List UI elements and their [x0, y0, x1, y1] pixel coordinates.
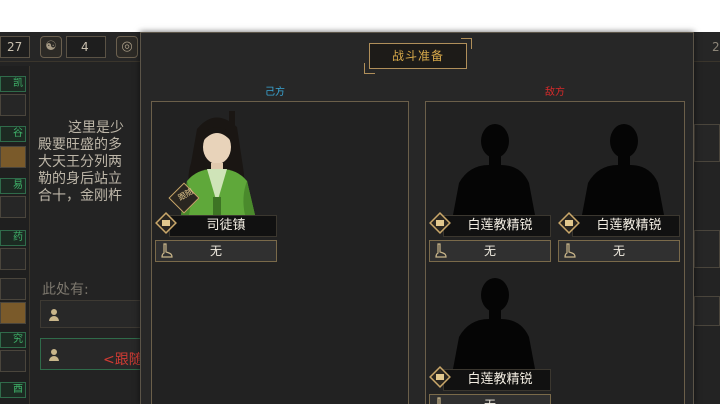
dialog-title: 战斗准备: [391, 49, 444, 63]
unit-name: 白莲教精锐: [572, 215, 680, 237]
story-line: 合十，金刚杵: [38, 188, 122, 204]
silhouette-portrait: [453, 124, 535, 215]
left-sidebar: 凯 谷 易 药 究 酉: [0, 66, 30, 404]
sidebar-slot-7[interactable]: [0, 350, 26, 372]
story-text: 这里是少 殿要旺盛的多 大天王分列两 勒的身后站立 合十，金刚杵: [38, 120, 142, 205]
equipment-slot[interactable]: 无: [429, 240, 551, 262]
equipment-icon: [435, 243, 447, 258]
story-line: 大天王分列两: [38, 154, 122, 170]
resource-counter-1: 27: [0, 36, 30, 58]
right-panel-tab-1[interactable]: [694, 124, 720, 162]
unit-name: 白莲教精锐: [443, 369, 551, 391]
sidebar-slot-3[interactable]: [0, 196, 26, 218]
sidebar-slot-2[interactable]: [0, 146, 26, 168]
resource-value-1: 27: [7, 40, 23, 54]
sidebar-slot-5[interactable]: [0, 278, 26, 300]
sidebar-slot-4[interactable]: [0, 248, 26, 270]
scroll-icon: [429, 366, 451, 388]
scroll-icon: [155, 212, 177, 234]
equipment-value: 无: [484, 398, 496, 404]
here-label: 此处有:: [42, 282, 89, 298]
story-line: 这里是少: [68, 120, 124, 136]
equipment-icon: [564, 243, 576, 258]
ally-side-label: 己方: [265, 87, 285, 98]
right-resource-value: 2: [712, 40, 720, 54]
enemy-side-label: 敌方: [545, 87, 565, 98]
person-icon: [49, 309, 59, 321]
sidebar-slot-1[interactable]: [0, 94, 26, 116]
coin-icon: ◎: [116, 36, 138, 58]
companion-link[interactable]: <跟随: [103, 349, 143, 369]
sidebar-slot-6[interactable]: [0, 302, 26, 324]
scroll-icon: [558, 212, 580, 234]
location-row[interactable]: [40, 300, 144, 328]
right-panel-tab-3[interactable]: [694, 296, 720, 326]
silhouette-portrait: [582, 124, 664, 215]
equipment-value: 无: [209, 244, 222, 258]
resource-counter-2: 4: [66, 36, 106, 58]
person-icon: [49, 349, 59, 361]
unit-name: 白莲教精锐: [443, 215, 551, 237]
silhouette-portrait: [453, 278, 535, 369]
sidebar-tab-2[interactable]: 谷: [0, 126, 26, 142]
story-line: 勒的身后站立: [38, 171, 122, 187]
equipment-icon: [161, 243, 173, 258]
sidebar-tab-6[interactable]: 酉: [0, 382, 26, 398]
equipment-value: 无: [483, 244, 496, 258]
companion-row[interactable]: <跟随: [40, 338, 144, 370]
battle-prep-dialog: 战斗准备 己方 敌方 跟随 司徒镇 无 白莲教精锐 无 白莲教精锐 无 白莲教精…: [140, 32, 694, 404]
unit-name: 司徒镇: [169, 215, 277, 237]
equipment-slot[interactable]: 无: [558, 240, 680, 262]
resource-value-2: 4: [81, 40, 89, 54]
equipment-slot[interactable]: 无: [155, 240, 277, 262]
yin-yang-icon: ☯: [40, 36, 62, 58]
equipment-slot[interactable]: 无: [429, 394, 551, 404]
equipment-value: 无: [612, 244, 625, 258]
dialog-title-plate: 战斗准备: [364, 38, 472, 74]
equipment-icon: [437, 397, 441, 404]
sidebar-tab-4[interactable]: 药: [0, 230, 26, 246]
sidebar-tab-3[interactable]: 易: [0, 178, 26, 194]
sidebar-tab-1[interactable]: 凯: [0, 76, 26, 92]
scroll-icon: [429, 212, 451, 234]
story-line: 殿要旺盛的多: [38, 137, 122, 153]
sidebar-tab-5[interactable]: 究: [0, 332, 26, 348]
right-panel-tab-2[interactable]: [694, 230, 720, 268]
